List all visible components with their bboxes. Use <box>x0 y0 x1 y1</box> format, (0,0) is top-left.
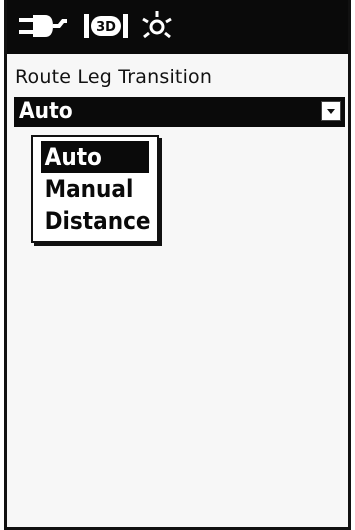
option-auto[interactable]: Auto <box>41 141 149 173</box>
satellite-signal-icon: 3D <box>82 9 130 43</box>
lcd-screen: 3D Route Leg Transition Auto Auto Manual… <box>4 0 351 530</box>
power-plug-icon <box>17 9 69 43</box>
route-leg-transition-dropdown[interactable]: Auto <box>14 97 345 127</box>
route-leg-transition-label: Route Leg Transition <box>15 66 213 88</box>
dropdown-selected-value: Auto <box>19 99 73 124</box>
status-bar: 3D <box>7 0 348 54</box>
option-distance[interactable]: Distance <box>41 205 154 237</box>
option-manual[interactable]: Manual <box>41 173 137 205</box>
svg-text:3D: 3D <box>96 20 116 35</box>
option-list-popup: Auto Manual Distance <box>31 135 159 243</box>
gps-device-screen: 3D Route Leg Transition Auto Auto Manual… <box>0 0 355 530</box>
backlight-icon <box>139 9 175 43</box>
chevron-down-icon[interactable] <box>321 101 341 121</box>
